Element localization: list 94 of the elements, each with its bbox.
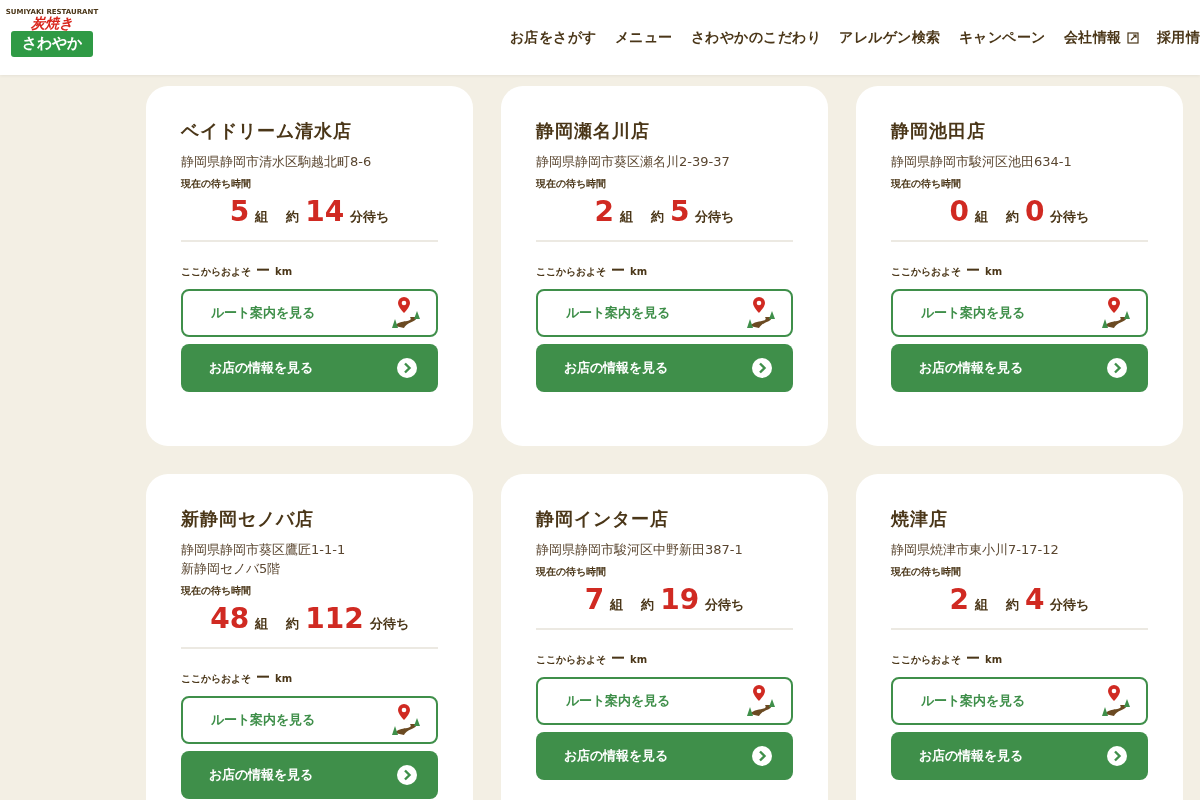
distance-label: ここからおよそ bbox=[891, 265, 961, 279]
distance-label: ここからおよそ bbox=[536, 653, 606, 667]
route-button[interactable]: ルート案内を見る bbox=[891, 289, 1148, 337]
nav-link[interactable]: アレルゲン検索 bbox=[839, 28, 941, 47]
wait-label: 現在の待ち時間 bbox=[536, 565, 607, 579]
nav-link[interactable]: お店をさがす bbox=[509, 28, 597, 47]
group-unit: 組 bbox=[255, 208, 269, 226]
approx-label: 約 bbox=[286, 615, 300, 633]
distance-value: ー bbox=[611, 650, 625, 668]
distance-value: ー bbox=[966, 650, 980, 668]
shop-info-button[interactable]: お店の情報を見る bbox=[891, 344, 1148, 392]
chevron-right-icon bbox=[1107, 746, 1127, 766]
group-unit: 組 bbox=[620, 208, 633, 226]
shop-name: 静岡池田店 bbox=[891, 119, 987, 143]
group-unit: 組 bbox=[255, 615, 269, 633]
wait-label: 現在の待ち時間 bbox=[891, 177, 962, 191]
chevron-right-icon bbox=[397, 358, 417, 378]
wait-label: 現在の待ち時間 bbox=[181, 584, 252, 598]
nav-link[interactable]: さわやかのこだわり bbox=[690, 28, 821, 47]
distance-value: ー bbox=[256, 669, 270, 687]
chevron-right-icon bbox=[397, 765, 417, 785]
shop-info-button[interactable]: お店の情報を見る bbox=[181, 751, 438, 799]
nav-link[interactable]: 会社情報 bbox=[1063, 28, 1139, 47]
group-count: 2 bbox=[594, 195, 614, 228]
minutes-unit: 分待ち bbox=[1050, 208, 1090, 226]
shop-address: 静岡県静岡市駿河区池田634-1 bbox=[891, 153, 1073, 171]
distance-value: ー bbox=[256, 262, 270, 280]
distance-unit: km bbox=[630, 654, 648, 665]
shop-address: 静岡県静岡市葵区瀬名川2-39-37 bbox=[536, 153, 731, 171]
wait-minutes: 19 bbox=[660, 583, 700, 616]
group-count: 0 bbox=[949, 195, 969, 228]
shop-address: 静岡県焼津市東小川7-17-12 bbox=[891, 541, 1060, 559]
wait-minutes: 112 bbox=[305, 602, 364, 635]
minutes-unit: 分待ち bbox=[1050, 596, 1090, 614]
distance-label: ここからおよそ bbox=[181, 672, 251, 686]
shop-address: 静岡県静岡市駿河区中野新田387-1 bbox=[536, 541, 744, 559]
shop-info-button[interactable]: お店の情報を見る bbox=[181, 344, 438, 392]
distance-unit: km bbox=[275, 673, 293, 684]
distance-label: ここからおよそ bbox=[891, 653, 961, 667]
wait-label: 現在の待ち時間 bbox=[891, 565, 962, 579]
group-count: 5 bbox=[229, 195, 250, 228]
logo-badge[interactable]: さわやか bbox=[11, 30, 93, 57]
distance-unit: km bbox=[985, 654, 1003, 665]
minutes-unit: 分待ち bbox=[350, 208, 390, 226]
shop-name: 新静岡セノバ店 bbox=[181, 507, 315, 531]
wait-minutes: 5 bbox=[670, 195, 690, 228]
minutes-unit: 分待ち bbox=[695, 208, 735, 226]
shop-info-button[interactable]: お店の情報を見る bbox=[536, 344, 793, 392]
distance-unit: km bbox=[275, 266, 293, 277]
group-unit: 組 bbox=[975, 208, 988, 226]
distance-value: ー bbox=[966, 262, 980, 280]
wait-minutes: 0 bbox=[1025, 195, 1045, 228]
wait-label: 現在の待ち時間 bbox=[536, 177, 607, 191]
shop-name: 静岡瀬名川店 bbox=[536, 119, 651, 143]
nav-link[interactable]: メニュー bbox=[614, 28, 673, 47]
nav-link[interactable]: 採用情 bbox=[1156, 28, 1200, 47]
chevron-right-icon bbox=[1107, 358, 1127, 378]
shop-name: 静岡インター店 bbox=[536, 507, 670, 531]
shop-name: ベイドリーム清水店 bbox=[181, 119, 353, 143]
chevron-right-icon bbox=[752, 746, 772, 766]
nav-link[interactable]: キャンペーン bbox=[958, 28, 1046, 47]
distance-unit: km bbox=[630, 266, 648, 277]
distance-value: ー bbox=[611, 262, 625, 280]
shop-address: 静岡県静岡市葵区鷹匠1-1-1 bbox=[181, 541, 347, 559]
approx-label: 約 bbox=[641, 596, 655, 614]
distance-label: ここからおよそ bbox=[181, 265, 251, 279]
shop-info-button[interactable]: お店の情報を見る bbox=[536, 732, 793, 780]
shop-info-button[interactable]: お店の情報を見る bbox=[891, 732, 1148, 780]
minutes-unit: 分待ち bbox=[369, 615, 409, 633]
wait-minutes: 4 bbox=[1025, 583, 1045, 616]
group-unit: 組 bbox=[610, 596, 624, 614]
route-button[interactable]: ルート案内を見る bbox=[181, 696, 438, 744]
route-button[interactable]: ルート案内を見る bbox=[181, 289, 438, 337]
shop-address: 新静岡セノバ5階 bbox=[181, 560, 282, 578]
approx-label: 約 bbox=[1006, 208, 1019, 226]
shop-address: 静岡県静岡市清水区駒越北町8-6 bbox=[181, 153, 373, 171]
approx-label: 約 bbox=[1006, 596, 1019, 614]
group-unit: 組 bbox=[975, 596, 988, 614]
wait-minutes: 14 bbox=[305, 195, 345, 228]
minutes-unit: 分待ち bbox=[705, 596, 745, 614]
distance-unit: km bbox=[985, 266, 1003, 277]
wait-label: 現在の待ち時間 bbox=[181, 177, 252, 191]
approx-label: 約 bbox=[651, 208, 664, 226]
distance-label: ここからおよそ bbox=[536, 265, 606, 279]
group-count: 2 bbox=[949, 583, 969, 616]
route-button[interactable]: ルート案内を見る bbox=[891, 677, 1148, 725]
route-button[interactable]: ルート案内を見る bbox=[536, 289, 793, 337]
chevron-right-icon bbox=[752, 358, 772, 378]
logo-text: 炭焼き bbox=[31, 14, 73, 31]
group-count: 48 bbox=[210, 602, 250, 635]
approx-label: 約 bbox=[286, 208, 300, 226]
group-count: 7 bbox=[584, 583, 605, 616]
shop-name: 焼津店 bbox=[891, 507, 949, 531]
route-button[interactable]: ルート案内を見る bbox=[536, 677, 793, 725]
